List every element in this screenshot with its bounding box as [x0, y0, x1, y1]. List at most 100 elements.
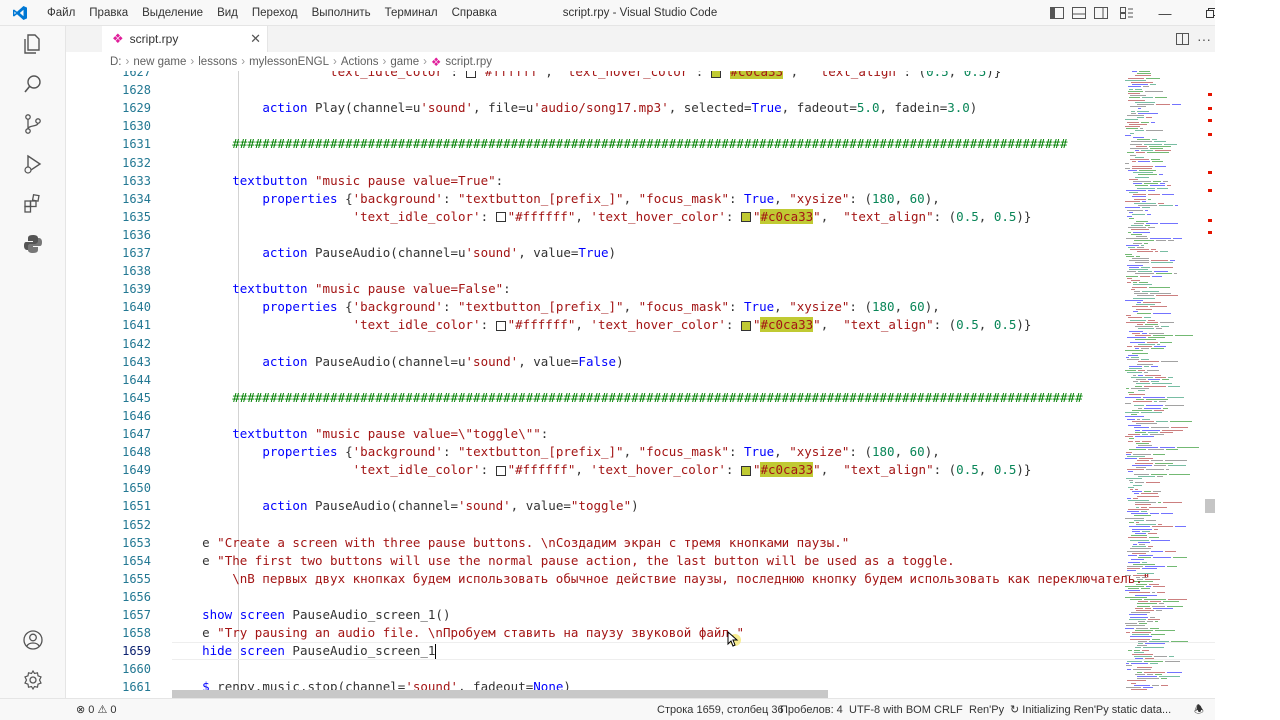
minimap-line [1133, 669, 1151, 671]
code-line[interactable]: 1648 properties {'background': "textbutt… [66, 443, 1126, 461]
color-swatch[interactable] [740, 320, 751, 331]
eol-setting[interactable]: CRLF [934, 699, 963, 720]
code-line[interactable]: 1628 [66, 81, 1126, 99]
code-line[interactable]: 1632 [66, 154, 1126, 172]
code-line[interactable]: 1642 [66, 335, 1126, 353]
horizontal-scrollbar[interactable] [172, 690, 828, 698]
color-swatch[interactable] [740, 465, 751, 476]
python-icon[interactable] [21, 232, 45, 256]
code-line[interactable]: 1644 [66, 371, 1126, 389]
code-line[interactable]: 1643 action PauseAudio(channel=u'sound',… [66, 353, 1126, 371]
code-line[interactable]: 1627 'text_idle_color': "#ffffff", 'text… [66, 71, 1126, 81]
code-line[interactable]: 1649 'text_idle_color': "#ffffff", 'text… [66, 461, 1126, 479]
more-actions-icon[interactable]: ··· [1193, 26, 1215, 52]
menu-item[interactable]: Терминал [378, 0, 445, 26]
minimap-line [1156, 273, 1172, 275]
indentation-setting[interactable]: Пробелов: 4 [780, 699, 843, 720]
color-swatch[interactable] [495, 320, 506, 331]
menu-item[interactable]: Переход [245, 0, 305, 26]
vertical-scrollbar[interactable] [1205, 71, 1215, 698]
code-line[interactable]: 1654 e "The first two buttons will use t… [66, 552, 1126, 570]
cursor-position[interactable]: Строка 1659, столбец 36 [657, 699, 784, 720]
code-line[interactable]: 1658 e "Try pausing an audio file. \nПро… [66, 624, 1126, 642]
explorer-icon[interactable] [21, 32, 45, 56]
code-line[interactable]: 1656 [66, 588, 1126, 606]
search-icon[interactable] [21, 72, 45, 96]
breadcrumb-item[interactable]: D: [110, 56, 122, 68]
code-line[interactable]: 1659 hide screen PauseAudio_screen_1 [66, 642, 1126, 660]
source-control-icon[interactable] [21, 112, 45, 136]
code-line[interactable]: 1647 textbutton "music pause value=\"tog… [66, 425, 1126, 443]
code-line[interactable]: 1639 textbutton "music pause value=False… [66, 280, 1126, 298]
code-line[interactable]: 1635 'text_idle_color': "#ffffff", 'text… [66, 208, 1126, 226]
minimap-line [1125, 370, 1136, 372]
color-swatch[interactable] [710, 71, 721, 78]
customize-layout-icon[interactable] [1112, 0, 1142, 26]
code-line[interactable]: 1655 \nВ первых двух кнопках будем испол… [66, 570, 1150, 588]
breadcrumb-item[interactable]: script.rpy [445, 56, 492, 68]
code-line[interactable]: 1653 e "Create a screen with three pause… [66, 534, 1126, 552]
breadcrumb-item[interactable]: game [390, 56, 419, 68]
tab-script-rpy[interactable]: ❖ script.rpy ✕ [102, 26, 268, 52]
minimap-line [1128, 170, 1137, 171]
minimap-line [1146, 130, 1163, 132]
scrollbar-thumb[interactable] [1205, 499, 1215, 513]
breadcrumb-item[interactable]: Actions [341, 56, 379, 68]
color-swatch[interactable] [740, 212, 751, 223]
breadcrumb-item[interactable]: mylessonENGL [249, 56, 329, 68]
minimap-line [1143, 687, 1153, 688]
breadcrumb-item[interactable]: lessons [198, 56, 237, 68]
color-swatch[interactable] [495, 465, 506, 476]
minimap-line [1135, 339, 1156, 341]
code-line[interactable]: 1645 ###################################… [66, 389, 1126, 407]
minimize-button[interactable]: — [1142, 0, 1188, 26]
notifications-bell-icon[interactable]: 🕭 [1194, 699, 1204, 720]
code-line[interactable]: 1657 show screen PauseAudio_screen_1() [66, 606, 1126, 624]
code-line[interactable]: 1633 textbutton "music pause value=True"… [66, 172, 1126, 190]
minimap-line [1138, 541, 1150, 543]
code-line[interactable]: 1638 [66, 262, 1126, 280]
menu-item[interactable]: Выделение [135, 0, 210, 26]
code-line[interactable]: 1650 [66, 479, 1126, 497]
code-line[interactable]: 1660 [66, 660, 1126, 678]
code-line[interactable]: 1640 properties {'background': "textbutt… [66, 298, 1126, 316]
chevron-right-icon: › [241, 56, 246, 68]
color-swatch[interactable] [495, 212, 506, 223]
menu-item[interactable]: Правка [82, 0, 135, 26]
encoding-setting[interactable]: UTF-8 with BOM [849, 699, 931, 720]
code-line[interactable]: 1646 [66, 407, 1126, 425]
minimap-line [1131, 229, 1149, 231]
minimap[interactable] [1125, 71, 1205, 698]
code-line[interactable]: 1634 properties {'background': "textbutt… [66, 190, 1126, 208]
toggle-secondary-sidebar-icon[interactable] [1090, 0, 1112, 26]
code-line[interactable]: 1651 action PauseAudio(channel='sound', … [66, 497, 1126, 515]
account-icon[interactable] [21, 628, 45, 652]
run-debug-icon[interactable] [21, 152, 45, 176]
split-editor-icon[interactable] [1171, 26, 1193, 52]
breadcrumb-item[interactable]: new game [133, 56, 186, 68]
toggle-panel-icon[interactable] [1068, 0, 1090, 26]
minimap-line [1141, 493, 1158, 495]
line-number: 1657 [122, 608, 151, 622]
extensions-icon[interactable] [21, 192, 45, 216]
toggle-primary-sidebar-icon[interactable] [1046, 0, 1068, 26]
language-mode[interactable]: Ren'Py [969, 699, 1004, 720]
menu-item[interactable]: Вид [210, 0, 245, 26]
code-line[interactable]: 1652 [66, 516, 1126, 534]
code-editor[interactable]: 1627 'text_idle_color': "#ffffff", 'text… [66, 71, 1215, 698]
code-line[interactable]: 1629 action Play(channel=u'sound', file=… [66, 99, 1126, 117]
code-line[interactable]: 1636 [66, 226, 1126, 244]
menu-item[interactable]: Справка [445, 0, 504, 26]
menu-item[interactable]: Выполнить [305, 0, 378, 26]
code-line[interactable]: 1637 action PauseAudio(channel=u'sound',… [66, 244, 1126, 262]
background-task[interactable]: ↻ Initializing Ren'Py static data... [1010, 699, 1171, 720]
code-line[interactable]: 1630 [66, 117, 1126, 135]
code-line[interactable]: 1631 ###################################… [66, 135, 1126, 153]
color-swatch[interactable] [465, 71, 476, 78]
minimap-line [1128, 99, 1145, 101]
problems-indicator[interactable]: ⊗ 0 ⚠ 0 [76, 699, 117, 720]
close-tab-icon[interactable]: ✕ [250, 31, 261, 47]
menu-item[interactable]: Файл [40, 0, 82, 26]
manage-gear-icon[interactable] [21, 668, 45, 692]
code-line[interactable]: 1641 'text_idle_color': "#ffffff", 'text… [66, 316, 1126, 334]
